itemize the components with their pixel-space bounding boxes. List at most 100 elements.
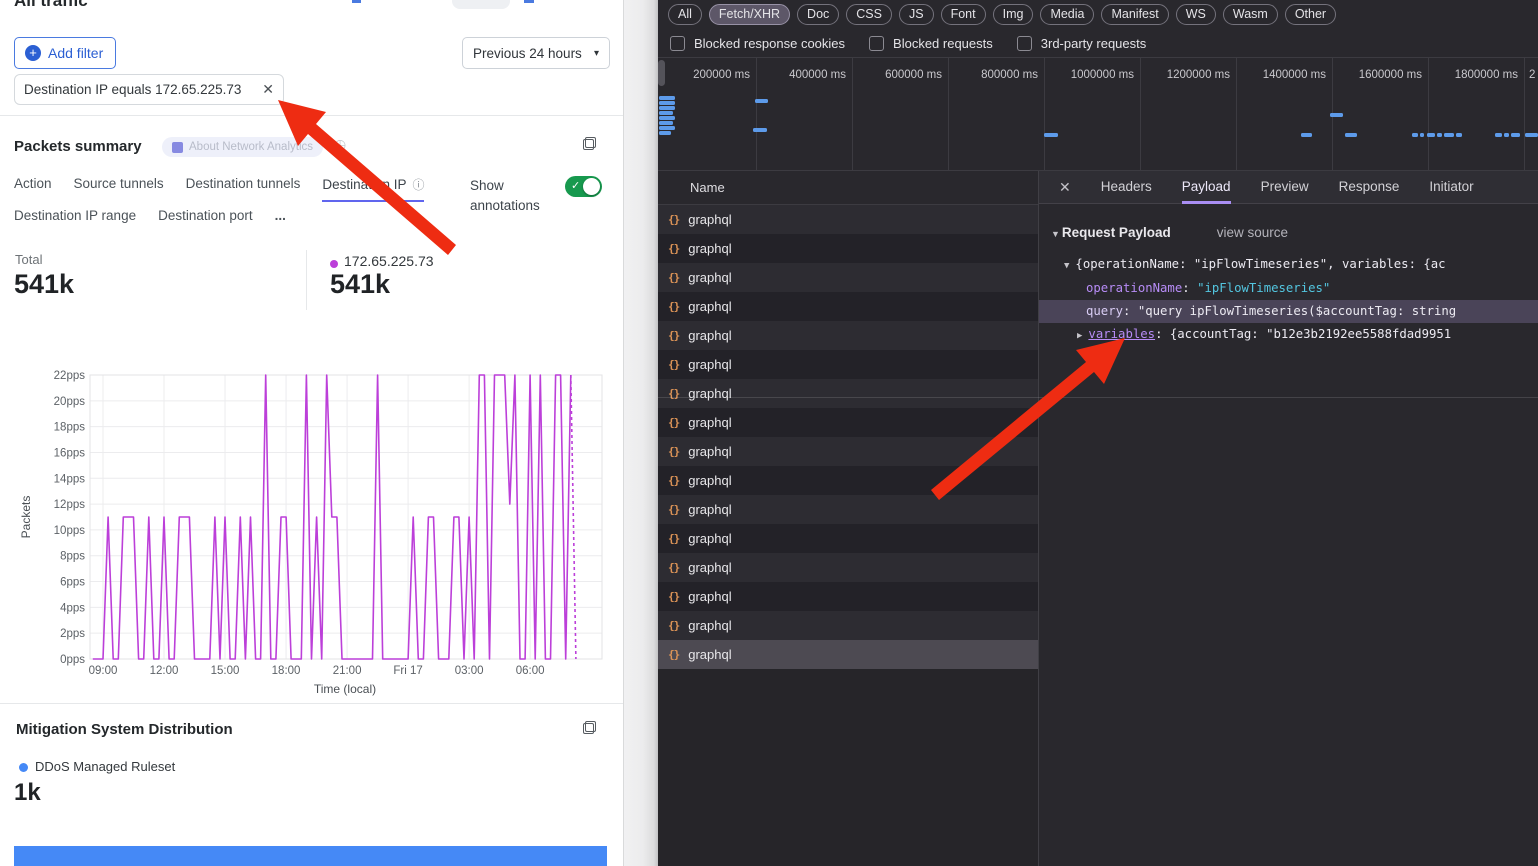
filter-pill-js[interactable]: JS <box>899 4 934 25</box>
request-row[interactable]: {} graphql <box>658 553 1038 582</box>
x-tick-label: 15:00 <box>211 665 240 677</box>
tab-more[interactable]: ... <box>275 208 286 223</box>
tab-destination-ip[interactable]: Destination IPⓘ <box>322 176 424 202</box>
checkbox-box[interactable] <box>1017 36 1032 51</box>
network-overview-timeline[interactable]: 200000 ms400000 ms600000 ms800000 ms1000… <box>658 58 1538 171</box>
json-braces-icon: {} <box>668 474 679 487</box>
request-row[interactable]: {}graphql <box>658 582 1038 611</box>
expand-panel-icon[interactable] <box>583 137 596 150</box>
filter-pill-fetch-xhr[interactable]: Fetch/XHR <box>709 4 790 25</box>
packets-summary-title: Packets summary <box>14 138 142 155</box>
request-details-panel: ✕ Headers Payload Preview Response Initiator… <box>1039 171 1538 866</box>
close-icon[interactable]: ✕ <box>262 81 274 98</box>
book-icon <box>172 142 183 153</box>
request-name: graphql <box>688 415 731 430</box>
tab-destination-ip-range[interactable]: Destination IP range <box>14 208 136 223</box>
payload-row-operationname[interactable]: operationName: "ipFlowTimeseries" <box>1086 277 1330 300</box>
mitigation-legend: DDoS Managed Ruleset <box>35 759 175 774</box>
json-braces-icon: {} <box>668 358 679 371</box>
close-icon[interactable]: ✕ <box>1059 179 1071 196</box>
request-row[interactable]: {}graphql <box>658 234 1038 263</box>
details-tab-initiator[interactable]: Initiator <box>1429 171 1473 204</box>
details-tab-preview[interactable]: Preview <box>1261 171 1309 204</box>
badge-label: About Network Analytics <box>189 141 313 153</box>
filter-pill-other[interactable]: Other <box>1285 4 1336 25</box>
request-rows: {}graphql{}graphql{}graphql{}graphql{}gr… <box>658 205 1038 669</box>
json-braces-icon: {} <box>668 561 679 574</box>
request-row[interactable]: {}graphql <box>658 350 1038 379</box>
timeline-tick-label: 200000 ms <box>693 69 756 81</box>
timeline-tick-label: 400000 ms <box>789 69 852 81</box>
tab-destination-port[interactable]: Destination port <box>158 208 253 223</box>
filter-pill-all[interactable]: All <box>668 4 702 25</box>
x-tick-label: Fri 17 <box>393 665 422 677</box>
filter-pill-ws[interactable]: WS <box>1176 4 1216 25</box>
checkbox-blocked-requests[interactable]: Blocked requests <box>869 36 993 51</box>
checkbox-blocked-response-cookies[interactable]: Blocked response cookies <box>670 36 845 51</box>
x-tick-label: 03:00 <box>455 665 484 677</box>
tab-action[interactable]: Action <box>14 176 52 202</box>
expand-panel-icon[interactable] <box>583 721 596 734</box>
request-row[interactable]: {}graphql <box>658 611 1038 640</box>
name-column-header[interactable]: Name <box>658 171 1038 205</box>
payload-row-query[interactable]: query: "query ipFlowTimeseries($accountT… <box>1086 300 1456 323</box>
timeline-tick-label: 1400000 ms <box>1263 69 1332 81</box>
filter-pill-img[interactable]: Img <box>993 4 1034 25</box>
add-filter-button[interactable]: + Add filter <box>14 37 116 69</box>
request-row[interactable]: {}graphql <box>658 524 1038 553</box>
y-tick-label: 16pps <box>54 447 86 459</box>
total-value: 541k <box>14 269 74 300</box>
packets-timeseries-chart: 0pps2pps4pps6pps8pps10pps12pps14pps16pps… <box>0 352 623 702</box>
filter-pill-wasm[interactable]: Wasm <box>1223 4 1278 25</box>
show-annotations-toggle[interactable]: ✓ <box>565 176 602 197</box>
request-row[interactable]: {}graphql <box>658 292 1038 321</box>
filter-chip[interactable]: Destination IP equals 172.65.225.73 ✕ <box>14 74 284 105</box>
request-row[interactable]: {}graphql <box>658 379 1038 408</box>
tab-destination-tunnels[interactable]: Destination tunnels <box>186 176 301 202</box>
checkbox-box[interactable] <box>869 36 884 51</box>
packets-summary-tabs-row1: Action Source tunnels Destination tunnels D… <box>14 176 424 202</box>
panel-gap <box>624 0 658 866</box>
tab-source-tunnels[interactable]: Source tunnels <box>74 176 164 202</box>
cropped-toolbar-artifact <box>352 0 361 3</box>
chevron-down-icon[interactable]: ▼ <box>1051 229 1060 239</box>
request-name: graphql <box>688 560 731 575</box>
filter-pill-media[interactable]: Media <box>1040 4 1094 25</box>
request-name: graphql <box>688 589 731 604</box>
timeline-tick-label: 1200000 ms <box>1167 69 1236 81</box>
request-row[interactable]: {}graphql <box>658 466 1038 495</box>
time-range-dropdown[interactable]: Previous 24 hours ▾ <box>462 37 610 69</box>
request-row[interactable]: {}graphql <box>658 640 1038 669</box>
payload-preview-row[interactable]: ▼{operationName: "ipFlowTimeseries", var… <box>1064 253 1446 276</box>
request-name: graphql <box>688 647 731 662</box>
filter-pill-css[interactable]: CSS <box>846 4 892 25</box>
request-row[interactable]: {}graphql <box>658 263 1038 292</box>
request-timing-mark <box>659 126 675 130</box>
request-timing-mark <box>1044 133 1058 137</box>
details-tab-payload[interactable]: Payload <box>1182 171 1231 204</box>
details-tabbar: ✕ Headers Payload Preview Response Initiator <box>1039 171 1538 204</box>
filter-pill-font[interactable]: Font <box>941 4 986 25</box>
checkbox-box[interactable] <box>670 36 685 51</box>
filter-pill-doc[interactable]: Doc <box>797 4 839 25</box>
timeline-column: 800000 ms <box>949 58 1045 171</box>
request-row[interactable]: {}graphql <box>658 321 1038 350</box>
timeline-tick-label: 800000 ms <box>981 69 1044 81</box>
json-braces-icon: {} <box>668 416 679 429</box>
details-tab-response[interactable]: Response <box>1339 171 1400 204</box>
payload-row-variables[interactable]: ▶variables: {accountTag: "b12e3b2192ee55… <box>1077 323 1451 346</box>
request-row[interactable]: {}graphql <box>658 205 1038 234</box>
chevron-down-icon: ▾ <box>594 48 599 59</box>
request-name: graphql <box>688 386 731 401</box>
details-tab-headers[interactable]: Headers <box>1101 171 1152 204</box>
chevron-right-icon[interactable]: ▶ <box>1077 331 1082 341</box>
chevron-down-icon[interactable]: ▼ <box>1064 261 1069 271</box>
view-source-link[interactable]: view source <box>1217 225 1288 240</box>
request-row[interactable]: {}graphql <box>658 437 1038 466</box>
series-color-dot <box>330 260 338 268</box>
request-row[interactable]: {}graphql <box>658 495 1038 524</box>
checkbox-3rd-party-requests[interactable]: 3rd-party requests <box>1017 36 1147 51</box>
about-network-analytics-badge[interactable]: About Network Analytics <box>162 137 323 157</box>
request-row[interactable]: {} graphql <box>658 408 1038 437</box>
filter-pill-manifest[interactable]: Manifest <box>1101 4 1168 25</box>
